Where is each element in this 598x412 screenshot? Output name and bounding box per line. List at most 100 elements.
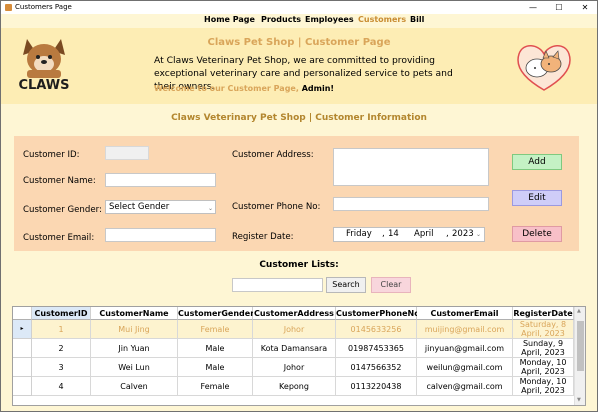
edit-button[interactable]: Edit [512, 190, 562, 206]
customer-phone-input[interactable] [333, 197, 489, 211]
table-scrollbar[interactable]: ▲ ▼ [574, 307, 585, 405]
table-cell-customerphoneno[interactable]: 0113220438 [336, 377, 417, 396]
customer-email-input[interactable] [105, 228, 216, 242]
scroll-up-icon[interactable]: ▲ [577, 308, 581, 314]
customer-name-input[interactable] [105, 173, 216, 187]
header-shop-name: Claws Pet Shop [207, 37, 295, 48]
header-title: Claws Pet Shop | Customer Page [1, 37, 597, 48]
gender-select-value: Select Gender [109, 202, 170, 212]
menu-products[interactable]: Products [261, 15, 301, 24]
column-header-customergender[interactable]: CustomerGender [178, 307, 254, 320]
menu-customers[interactable]: Customers [358, 15, 406, 24]
column-header-customername[interactable]: CustomerName [91, 307, 178, 320]
table-cell-customerid[interactable]: 4 [32, 377, 91, 396]
table-cell-customeremail[interactable]: jinyuan@gmail.com [417, 339, 513, 358]
welcome-user: Admin! [301, 84, 335, 93]
table-cell-customergender[interactable]: Male [178, 358, 253, 377]
calendar-dropdown-icon[interactable]: ⌄ [476, 228, 481, 241]
table-cell-registerdate[interactable]: Saturday, 8 April, 2023 [513, 320, 574, 339]
customers-window: Customers Page — ☐ ✕ Home Page Products … [0, 0, 598, 412]
delete-button[interactable]: Delete [512, 226, 562, 242]
table-cell-customergender[interactable]: Female [178, 377, 253, 396]
table-cell-customerphoneno[interactable]: 0145633256 [336, 320, 417, 339]
table-cell-customeraddress[interactable]: Kota Damansara [253, 339, 336, 358]
customer-name-label: Customer Name: [23, 176, 96, 186]
customer-gender-select[interactable]: Select Gender ⌄ [105, 200, 216, 214]
date-separator-2: , [446, 229, 449, 239]
customer-lists-title: Customer Lists: [259, 260, 339, 270]
menu-home-page[interactable]: Home Page [204, 15, 255, 24]
table-cell-customerid[interactable]: 1 [32, 320, 91, 339]
table-cell-customeraddress[interactable]: Kepong [253, 377, 336, 396]
app-icon [5, 4, 12, 11]
customer-address-input[interactable] [333, 148, 489, 186]
customer-id-field [105, 146, 149, 160]
table-cell-registerdate[interactable]: Monday, 10 April, 2023 [513, 358, 574, 377]
table-cell-customeremail[interactable]: calven@gmail.com [417, 377, 513, 396]
menu-bill[interactable]: Bill [410, 15, 424, 24]
header-page-name: Customer Page [305, 37, 391, 48]
date-month: April [414, 229, 434, 239]
maximize-button[interactable]: ☐ [547, 1, 571, 14]
column-header-customerphoneno[interactable]: CustomerPhoneNo [336, 307, 420, 320]
table-cell-customeremail[interactable]: weilun@gmail.com [417, 358, 513, 377]
table-cell-customername[interactable]: Mui Jing [91, 320, 178, 339]
section-heading: Customer Information [315, 113, 427, 123]
table-corner-header [13, 307, 32, 320]
column-header-customeraddress[interactable]: CustomerAddress [253, 307, 336, 320]
table-cell-customerphoneno[interactable]: 01987453365 [336, 339, 417, 358]
register-date-picker[interactable]: Friday , 14 April , 2023 ⌄ [333, 227, 485, 242]
minimize-button[interactable]: — [521, 1, 545, 14]
table-cell-registerdate[interactable]: Sunday, 9 April, 2023 [513, 339, 574, 358]
logo-text: CLAWS [18, 78, 69, 93]
column-header-customeremail[interactable]: CustomerEmail [417, 307, 513, 320]
clear-button[interactable]: Clear [371, 277, 411, 293]
menu-employees[interactable]: Employees [305, 15, 354, 24]
menu-bar: Home Page Products Employees Customers B… [1, 14, 597, 28]
table-cell-registerdate[interactable]: Monday, 10 April, 2023 [513, 377, 574, 396]
cat-illustration [517, 45, 571, 91]
search-button[interactable]: Search [326, 277, 366, 293]
scroll-down-icon[interactable]: ▼ [577, 397, 581, 403]
table-cell-customername[interactable]: Wei Lun [91, 358, 178, 377]
customer-email-label: Customer Email: [23, 233, 95, 243]
date-separator-1: , [382, 229, 385, 239]
table-cell-customeraddress[interactable]: Johor [253, 358, 336, 377]
header-separator: | [297, 37, 302, 48]
column-header-customerid[interactable]: CustomerID [32, 307, 91, 320]
table-cell-customerid[interactable]: 3 [32, 358, 91, 377]
table-cell-customername[interactable]: Calven [91, 377, 178, 396]
table-cell-customerphoneno[interactable]: 0147566352 [336, 358, 417, 377]
column-header-registerdate[interactable]: RegisterDate [513, 307, 574, 320]
page-header: CLAWS Claws Pet Shop | Customer Page At … [1, 28, 597, 104]
add-button[interactable]: Add [512, 154, 562, 170]
window-title: Customers Page [15, 3, 72, 11]
welcome-text: Welcome to our Customer Page, [154, 84, 299, 93]
welcome-message: Welcome to our Customer Page, Admin! [154, 84, 334, 93]
customer-gender-label: Customer Gender: [23, 205, 102, 215]
section-shop-name: Claws Veterinary Pet Shop [171, 113, 306, 123]
table-cell-customergender[interactable]: Male [178, 339, 253, 358]
chevron-down-icon: ⌄ [207, 205, 213, 212]
scrollbar-thumb[interactable] [577, 321, 584, 371]
section-title: Claws Veterinary Pet Shop | Customer Inf… [1, 113, 597, 123]
row-header[interactable] [13, 339, 32, 358]
date-year: 2023 [452, 229, 474, 239]
row-header[interactable] [13, 377, 32, 396]
table-cell-customerid[interactable]: 2 [32, 339, 91, 358]
row-header[interactable] [13, 358, 32, 377]
table-cell-customername[interactable]: Jin Yuan [91, 339, 178, 358]
row-header[interactable]: ▸ [13, 320, 32, 339]
section-separator: | [308, 113, 313, 123]
customer-id-label: Customer ID: [23, 150, 80, 160]
date-weekday: Friday [346, 229, 372, 239]
customer-phone-label: Customer Phone No: [232, 202, 321, 212]
table-cell-customeraddress[interactable]: Johor [253, 320, 336, 339]
close-button[interactable]: ✕ [573, 1, 597, 14]
table-cell-customeremail[interactable]: muijing@gmail.com [417, 320, 513, 339]
customer-table[interactable]: ▲ ▼ CustomerID CustomerName CustomerGender… [12, 306, 586, 406]
date-day: 14 [388, 229, 399, 239]
search-input[interactable] [232, 278, 323, 292]
table-cell-customergender[interactable]: Female [178, 320, 253, 339]
title-bar: Customers Page — ☐ ✕ [1, 1, 597, 14]
